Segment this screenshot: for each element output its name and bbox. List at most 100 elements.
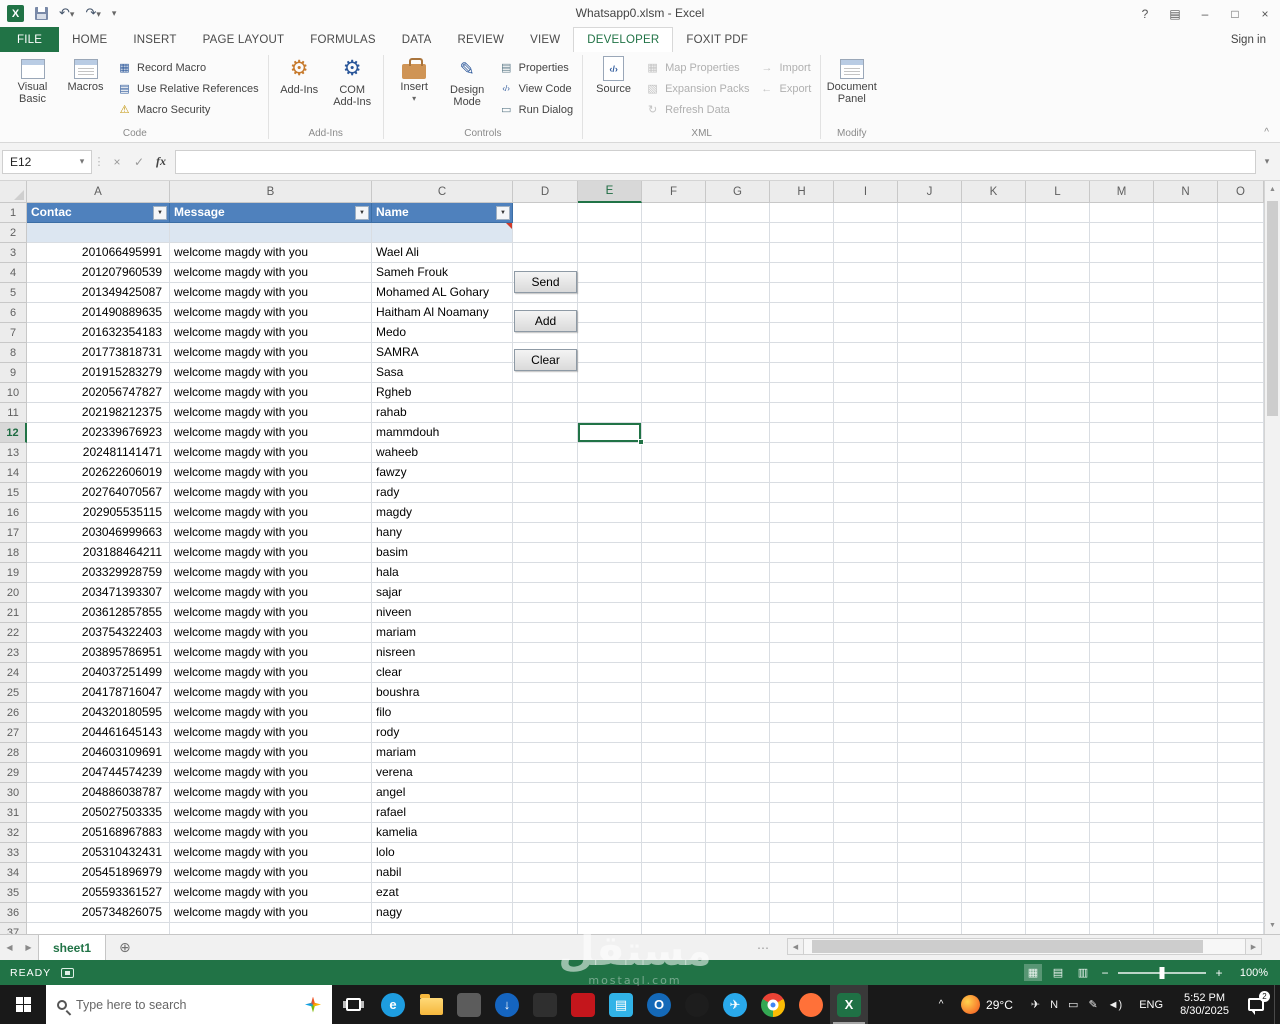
action-center-button[interactable]: 2 xyxy=(1238,985,1274,1024)
cell-N15[interactable] xyxy=(1154,483,1218,503)
cell-M11[interactable] xyxy=(1090,403,1154,423)
column-header-G[interactable]: G xyxy=(706,181,770,203)
cell-K6[interactable] xyxy=(962,303,1026,323)
cell-A11[interactable]: 202198212375 xyxy=(27,403,170,423)
cell-C20[interactable]: sajar xyxy=(372,583,513,603)
cell-I23[interactable] xyxy=(834,643,898,663)
cell-E31[interactable] xyxy=(578,803,642,823)
cell-F31[interactable] xyxy=(642,803,706,823)
cell-A24[interactable]: 204037251499 xyxy=(27,663,170,683)
clear-button[interactable]: Clear xyxy=(514,349,577,371)
cell-F33[interactable] xyxy=(642,843,706,863)
cell-F13[interactable] xyxy=(642,443,706,463)
cell-D36[interactable] xyxy=(513,903,578,923)
cell-B15[interactable]: welcome magdy with you xyxy=(170,483,372,503)
cell-F1[interactable] xyxy=(642,203,706,223)
cell-C26[interactable]: filo xyxy=(372,703,513,723)
cell-E27[interactable] xyxy=(578,723,642,743)
cell-A32[interactable]: 205168967883 xyxy=(27,823,170,843)
cell-E7[interactable] xyxy=(578,323,642,343)
cell-G28[interactable] xyxy=(706,743,770,763)
cell-I21[interactable] xyxy=(834,603,898,623)
cell-K1[interactable] xyxy=(962,203,1026,223)
column-header-J[interactable]: J xyxy=(898,181,962,203)
cell-O18[interactable] xyxy=(1218,543,1264,563)
cell-L13[interactable] xyxy=(1026,443,1090,463)
cell-C35[interactable]: ezat xyxy=(372,883,513,903)
cell-E14[interactable] xyxy=(578,463,642,483)
dark-app-icon[interactable] xyxy=(526,985,564,1024)
cell-L30[interactable] xyxy=(1026,783,1090,803)
cell-E6[interactable] xyxy=(578,303,642,323)
horizontal-scrollbar-track[interactable] xyxy=(804,938,1245,955)
cell-M19[interactable] xyxy=(1090,563,1154,583)
cell-A9[interactable]: 201915283279 xyxy=(27,363,170,383)
cell-O30[interactable] xyxy=(1218,783,1264,803)
cell-O10[interactable] xyxy=(1218,383,1264,403)
cell-K34[interactable] xyxy=(962,863,1026,883)
cell-N14[interactable] xyxy=(1154,463,1218,483)
cell-M12[interactable] xyxy=(1090,423,1154,443)
cell-D30[interactable] xyxy=(513,783,578,803)
row-header-16[interactable]: 16 xyxy=(0,503,27,523)
horizontal-scrollbar-thumb[interactable] xyxy=(812,940,1203,953)
cell-L14[interactable] xyxy=(1026,463,1090,483)
cell-D27[interactable] xyxy=(513,723,578,743)
cell-L28[interactable] xyxy=(1026,743,1090,763)
cell-J32[interactable] xyxy=(898,823,962,843)
row-header-14[interactable]: 14 xyxy=(0,463,27,483)
ribbon-tab-review[interactable]: REVIEW xyxy=(445,27,518,52)
cell-N31[interactable] xyxy=(1154,803,1218,823)
cell-M16[interactable] xyxy=(1090,503,1154,523)
cell-D31[interactable] xyxy=(513,803,578,823)
cell-L21[interactable] xyxy=(1026,603,1090,623)
cell-D34[interactable] xyxy=(513,863,578,883)
cell-O19[interactable] xyxy=(1218,563,1264,583)
cell-H27[interactable] xyxy=(770,723,834,743)
cell-C22[interactable]: mariam xyxy=(372,623,513,643)
display-tray-icon[interactable]: ▭ xyxy=(1068,998,1078,1011)
cell-C37[interactable] xyxy=(372,923,513,934)
cell-L16[interactable] xyxy=(1026,503,1090,523)
cell-N3[interactable] xyxy=(1154,243,1218,263)
cell-H22[interactable] xyxy=(770,623,834,643)
chrome-icon[interactable] xyxy=(754,985,792,1024)
cell-N30[interactable] xyxy=(1154,783,1218,803)
cell-B21[interactable]: welcome magdy with you xyxy=(170,603,372,623)
cell-A31[interactable]: 205027503335 xyxy=(27,803,170,823)
cell-L20[interactable] xyxy=(1026,583,1090,603)
cell-K12[interactable] xyxy=(962,423,1026,443)
cell-K29[interactable] xyxy=(962,763,1026,783)
cell-G31[interactable] xyxy=(706,803,770,823)
cell-L36[interactable] xyxy=(1026,903,1090,923)
cell-A28[interactable]: 204603109691 xyxy=(27,743,170,763)
cell-E28[interactable] xyxy=(578,743,642,763)
maximize-icon[interactable]: □ xyxy=(1220,0,1250,27)
cell-D15[interactable] xyxy=(513,483,578,503)
cell-J7[interactable] xyxy=(898,323,962,343)
cell-F32[interactable] xyxy=(642,823,706,843)
cell-N13[interactable] xyxy=(1154,443,1218,463)
zoom-slider-thumb[interactable] xyxy=(1160,967,1165,979)
cell-H11[interactable] xyxy=(770,403,834,423)
cell-F16[interactable] xyxy=(642,503,706,523)
cell-N10[interactable] xyxy=(1154,383,1218,403)
cell-K10[interactable] xyxy=(962,383,1026,403)
cell-D32[interactable] xyxy=(513,823,578,843)
cell-L24[interactable] xyxy=(1026,663,1090,683)
cell-D23[interactable] xyxy=(513,643,578,663)
cell-C13[interactable]: waheeb xyxy=(372,443,513,463)
cell-L33[interactable] xyxy=(1026,843,1090,863)
page-break-view-button[interactable]: ▥ xyxy=(1074,964,1092,981)
row-header-1[interactable]: 1 xyxy=(0,203,27,223)
column-header-K[interactable]: K xyxy=(962,181,1026,203)
cell-M32[interactable] xyxy=(1090,823,1154,843)
edge-browser-icon[interactable]: e xyxy=(374,985,412,1024)
cell-N4[interactable] xyxy=(1154,263,1218,283)
cell-F12[interactable] xyxy=(642,423,706,443)
cell-I32[interactable] xyxy=(834,823,898,843)
cell-E13[interactable] xyxy=(578,443,642,463)
cell-H32[interactable] xyxy=(770,823,834,843)
cell-L15[interactable] xyxy=(1026,483,1090,503)
cell-A20[interactable]: 203471393307 xyxy=(27,583,170,603)
